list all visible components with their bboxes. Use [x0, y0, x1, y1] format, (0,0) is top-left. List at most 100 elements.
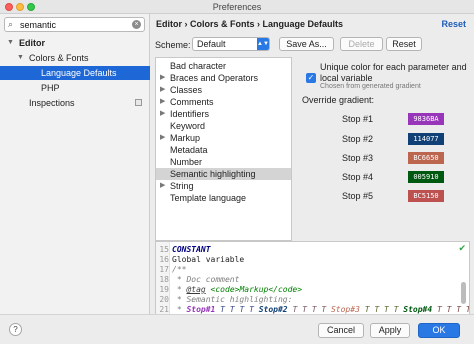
tree-item-language-defaults[interactable]: Language Defaults: [0, 66, 150, 80]
stop1-text: Stop#1: [186, 305, 216, 314]
tree-item-php[interactable]: PHP: [0, 81, 150, 95]
search-input[interactable]: semantic: [20, 20, 56, 30]
unique-color-checkbox[interactable]: ✓: [306, 73, 316, 83]
save-as-button[interactable]: Save As...: [279, 37, 334, 51]
apply-button[interactable]: Apply: [370, 323, 410, 338]
attribute-label: String: [170, 181, 194, 191]
collapsed-arrow-icon[interactable]: ▶: [160, 72, 165, 84]
code-text: *: [172, 305, 187, 314]
tree-item-editor[interactable]: ▼ Editor: [0, 36, 150, 50]
override-gradient-label: Override gradient:: [302, 95, 375, 105]
stop-label: Stop #4: [341, 172, 373, 182]
attribute-item[interactable]: Bad character: [156, 60, 291, 72]
attribute-label: Number: [170, 157, 203, 167]
stop-color-swatch[interactable]: BC6650: [408, 152, 444, 164]
code-line: 19 * @tag <code>Markup</code>: [156, 285, 466, 295]
help-button[interactable]: ?: [9, 323, 22, 336]
stop-color-swatch[interactable]: 114077: [408, 133, 444, 145]
gradient-text: T T T T: [359, 305, 404, 314]
search-field[interactable]: ⌕ semantic ×: [4, 17, 145, 32]
code-line: 17/**: [156, 265, 466, 275]
stop2-text: Stop#2: [258, 305, 288, 314]
attribute-label: Identifiers: [170, 109, 210, 119]
code-text: CONSTANT: [172, 245, 211, 254]
delete-button[interactable]: Delete: [340, 37, 383, 51]
stop4-text: Stop#4: [403, 305, 433, 314]
stop-label: Stop #5: [341, 191, 373, 201]
attribute-label: Keyword: [170, 121, 206, 131]
stop-color-swatch[interactable]: 005910: [408, 171, 444, 183]
collapsed-arrow-icon[interactable]: ▶: [160, 84, 165, 96]
code-line: 20 * Semantic highlighting:: [156, 295, 466, 305]
tree-item-colors-fonts[interactable]: ▼ Colors & Fonts: [0, 51, 150, 65]
doc-tag-text: @tag: [186, 285, 206, 294]
unique-color-hint: Chosen from generated gradient: [320, 83, 421, 90]
attribute-label: Braces and Operators: [170, 73, 259, 83]
line-number: 15: [159, 245, 169, 254]
dialog-button-bar: ? Cancel Apply OK: [0, 314, 474, 344]
code-line: 16 Global variable: [156, 255, 466, 265]
checkmark-icon: ✔: [458, 243, 466, 253]
attribute-label: Comments: [170, 97, 214, 107]
gradient-text: T T T T: [287, 305, 331, 314]
window-title: Preferences: [212, 2, 262, 12]
scheme-selected-value: Default: [197, 39, 226, 49]
code-text: *: [172, 285, 187, 294]
settings-content-pane: Editor › Colors & Fonts › Language Defau…: [150, 14, 474, 324]
code-text: * Doc comment: [172, 275, 240, 284]
scheme-dropdown[interactable]: Default ▲▼: [192, 37, 270, 51]
expanded-arrow-icon[interactable]: ▼: [7, 36, 14, 50]
attribute-label: Markup: [170, 133, 201, 143]
attribute-item[interactable]: Template language: [156, 192, 291, 204]
ok-button[interactable]: OK: [418, 323, 460, 338]
code-preview-editor[interactable]: 15 CONSTANT 16 Global variable 17/** 18 * …: [155, 241, 470, 324]
attribute-item[interactable]: ▶ Braces and Operators: [156, 72, 291, 84]
attribute-label: Classes: [170, 85, 203, 95]
collapsed-arrow-icon[interactable]: ▶: [160, 132, 165, 144]
collapsed-arrow-icon[interactable]: ▶: [160, 96, 165, 108]
attribute-item[interactable]: Metadata: [156, 144, 291, 156]
stop-color-swatch[interactable]: BC5150: [408, 190, 444, 202]
attribute-item[interactable]: ▶ Markup: [156, 132, 291, 144]
reset-button[interactable]: Reset: [386, 37, 422, 51]
stop3-text: Stop#3: [330, 305, 360, 314]
attribute-label: Metadata: [170, 145, 208, 155]
settings-tree-pane: ⌕ semantic × ▼ Editor ▼ Colors & Fonts L…: [0, 14, 150, 314]
attribute-label: Bad character: [170, 61, 227, 71]
tree-item-inspections[interactable]: Inspections: [0, 96, 150, 110]
code-text: /**: [172, 265, 187, 274]
tree-item-label: Inspections: [29, 98, 75, 108]
attribute-label: Semantic highlighting: [170, 169, 256, 179]
attribute-item[interactable]: Keyword: [156, 120, 291, 132]
line-number: 20: [159, 295, 169, 304]
attribute-item[interactable]: ▶ Identifiers: [156, 108, 291, 120]
code-text: * Semantic highlighting:: [172, 295, 293, 304]
unique-color-label: Unique color for each parameter and loca…: [320, 62, 467, 83]
attribute-item[interactable]: ▶ String: [156, 180, 291, 192]
stop-color-swatch[interactable]: 9836BA: [408, 113, 444, 125]
clear-search-icon[interactable]: ×: [132, 20, 141, 29]
cancel-button[interactable]: Cancel: [318, 323, 364, 338]
vertical-scrollbar[interactable]: [461, 282, 466, 304]
tree-item-label: Colors & Fonts: [29, 53, 89, 63]
preferences-window: Preferences ⌕ semantic × ▼ Editor ▼ Colo…: [0, 0, 474, 344]
code-line: 15 CONSTANT: [156, 245, 466, 255]
attribute-item[interactable]: ▶ Classes: [156, 84, 291, 96]
attribute-tree[interactable]: Bad character ▶ Braces and Operators ▶ Cla…: [155, 57, 292, 241]
markup-text: <code>Markup</code>: [210, 285, 303, 294]
tree-item-label: Language Defaults: [41, 68, 117, 78]
search-icon: ⌕: [8, 19, 14, 29]
gradient-text: T T T T: [436, 305, 469, 314]
line-number: 18: [159, 275, 169, 284]
attribute-item[interactable]: ▶ Comments: [156, 96, 291, 108]
line-number: 17: [159, 265, 169, 274]
collapsed-arrow-icon[interactable]: ▶: [160, 108, 165, 120]
breadcrumb: Editor › Colors & Fonts › Language Defau…: [156, 19, 344, 29]
attribute-item-selected[interactable]: Semantic highlighting: [156, 168, 291, 180]
expanded-arrow-icon[interactable]: ▼: [17, 51, 24, 65]
collapsed-arrow-icon[interactable]: ▶: [160, 180, 165, 192]
line-number: 16: [159, 255, 169, 264]
reset-link[interactable]: Reset: [441, 19, 466, 29]
scheme-label: Scheme:: [155, 40, 191, 50]
attribute-item[interactable]: Number: [156, 156, 291, 168]
